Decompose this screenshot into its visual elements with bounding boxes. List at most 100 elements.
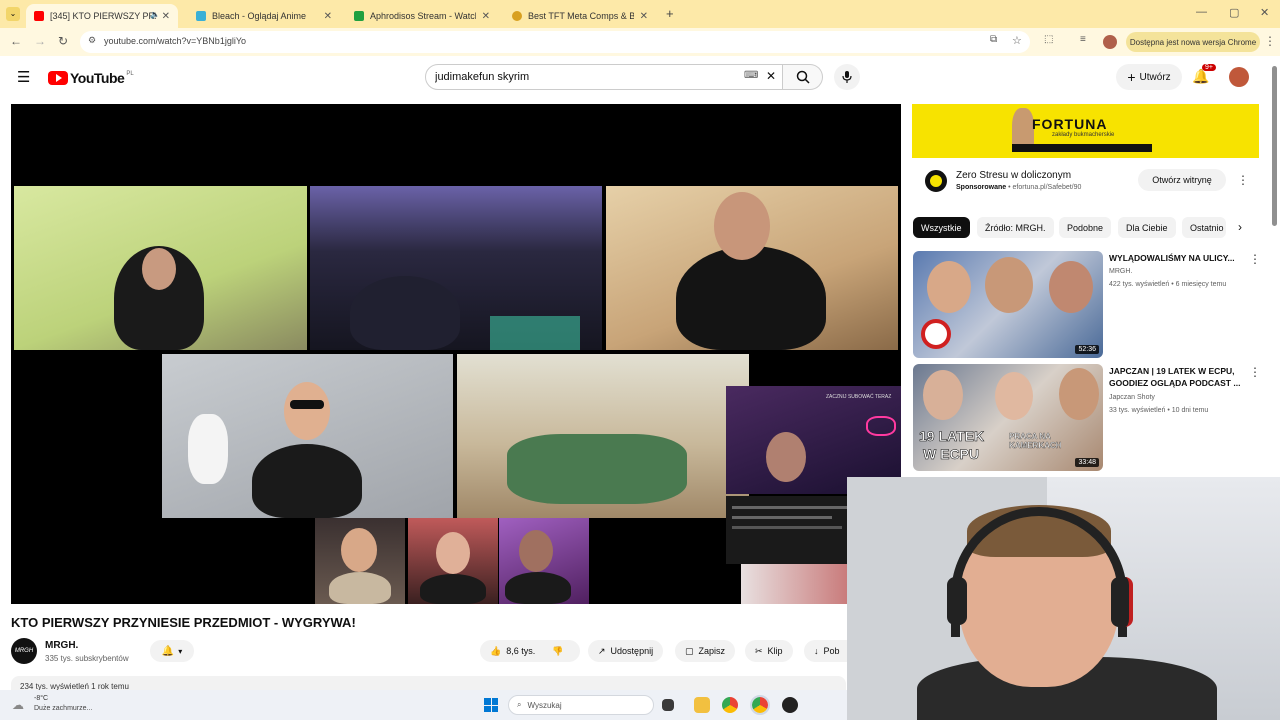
tft-favicon-icon — [512, 11, 522, 21]
back-icon[interactable]: ← — [10, 34, 22, 48]
ad-logo[interactable] — [925, 170, 947, 192]
bookmark-star-icon[interactable]: ☆ — [1012, 34, 1022, 47]
search-field[interactable]: ⌨ ✕ — [425, 64, 783, 90]
keyboard-icon[interactable]: ⌨ — [744, 70, 758, 81]
account-avatar[interactable] — [1229, 67, 1249, 87]
clip-button[interactable]: ✂ Klip — [745, 640, 793, 662]
browser-tab-0[interactable]: [345] KTO PIERWSZY PRZYI 🔈 ✕ — [26, 4, 178, 28]
hamburger-menu-icon[interactable]: ☰ — [17, 68, 30, 86]
menu-kebab-icon[interactable]: ⋮ — [1264, 34, 1276, 48]
dislike-icon[interactable]: 👎 — [552, 646, 563, 657]
close-tab-icon[interactable]: ✕ — [162, 11, 170, 22]
open-site-label: Otwórz witrynę — [1152, 175, 1212, 185]
extensions-icon[interactable]: ⬚ — [1044, 34, 1053, 45]
participant-cam-4 — [162, 354, 453, 518]
headphone-cup — [947, 577, 967, 625]
chip-recent[interactable]: Ostatnio — [1182, 217, 1226, 238]
related-channel-2[interactable]: Japczan Shoty — [1109, 392, 1155, 404]
participant-cam-3 — [606, 186, 898, 350]
participant-figure — [676, 246, 826, 350]
windows-start-icon[interactable] — [484, 698, 498, 712]
channel-avatar-text: MRGH — [14, 648, 34, 654]
search-input[interactable] — [435, 71, 735, 83]
related-thumbnail-1[interactable]: 52:36 — [913, 251, 1103, 358]
reading-list-icon[interactable]: ≡ — [1080, 34, 1086, 45]
logo-text: YouTube — [70, 70, 125, 86]
neon-light — [866, 416, 896, 436]
participant-cam-5 — [457, 354, 749, 518]
chip-source[interactable]: Źródło: MRGH. — [977, 217, 1054, 238]
video-title: KTO PIERWSZY PRZYNIESIE PRZEDMIOT - WYGR… — [11, 615, 356, 630]
ad-menu-icon[interactable]: ⋮ — [1237, 173, 1249, 187]
chat-lines — [732, 516, 832, 519]
chip-similar[interactable]: Podobne — [1059, 217, 1112, 238]
thumb-person — [927, 261, 971, 313]
cloud-icon[interactable]: ☁ — [12, 698, 24, 712]
plush-goose — [188, 414, 228, 484]
taskbar-search-placeholder: Wyszukaj — [527, 700, 562, 710]
related-menu-icon[interactable]: ⋮ — [1249, 252, 1261, 266]
related-title-1[interactable]: WYLĄDOWALIŚMY NA ULICY... — [1109, 252, 1245, 264]
video-player[interactable]: ZACZNIJ SUBOWAĆ TERAZ — [11, 104, 901, 604]
related-title-2[interactable]: JAPCZAN | 19 LATEK W ECPU, GOODIEZ OGLĄD… — [1109, 365, 1245, 389]
participant-cam-2 — [310, 186, 602, 350]
share-button[interactable]: ↗ Udostępnij — [588, 640, 664, 662]
close-tab-icon[interactable]: ✕ — [324, 11, 332, 22]
youtube-logo[interactable]: YouTube PL — [48, 70, 134, 86]
profile-avatar[interactable] — [1103, 35, 1117, 49]
clip-label: Klip — [767, 646, 783, 656]
like-dislike-group: 👍 8,6 tys. 👎 — [480, 640, 580, 662]
cast-icon[interactable]: ⧉ — [990, 34, 997, 45]
channel-avatar[interactable]: MRGH — [11, 638, 37, 664]
like-icon[interactable]: 👍 — [490, 646, 501, 657]
app-icon[interactable] — [782, 697, 798, 713]
weather-desc[interactable]: Duże zachmurze... — [34, 705, 92, 712]
create-button[interactable]: + Utwórz — [1116, 64, 1182, 90]
fortuna-ad-banner[interactable]: FORTUNA zakłady bukmacherskie — [912, 104, 1259, 158]
browser-tab-1[interactable]: Bleach - Oglądaj Anime ✕ — [188, 4, 340, 28]
close-window-icon[interactable]: ✕ — [1260, 6, 1269, 19]
close-tab-icon[interactable]: ✕ — [482, 11, 490, 22]
like-count[interactable]: 8,6 tys. — [506, 646, 535, 656]
browser-tab-2[interactable]: Aphrodisos Stream - Watch Liv ✕ — [346, 4, 498, 28]
reload-icon[interactable]: ↻ — [58, 34, 68, 48]
restore-icon[interactable]: ▢ — [1229, 6, 1239, 19]
notifications-button[interactable]: 🔔 9+ — [1192, 64, 1216, 86]
open-site-button[interactable]: Otwórz witrynę — [1138, 169, 1226, 191]
file-explorer-icon[interactable] — [694, 697, 710, 713]
chip-all[interactable]: Wszystkie — [913, 217, 970, 238]
save-button[interactable]: ▢ Zapisz — [675, 640, 736, 662]
close-tab-icon[interactable]: ✕ — [640, 11, 648, 22]
task-view-icon[interactable] — [662, 699, 674, 711]
ad-sponsor-line: Sponsorowane • efortuna.pl/Safebet/90 — [956, 184, 1082, 191]
update-chrome-button[interactable]: Dostępna jest nowa wersja Chrome — [1126, 32, 1260, 52]
voice-search-button[interactable] — [834, 64, 860, 90]
page-scrollbar[interactable] — [1272, 66, 1277, 226]
chevron-right-icon[interactable]: › — [1238, 220, 1242, 234]
browser-tab-3[interactable]: Best TFT Meta Comps & Builds ✕ — [504, 4, 656, 28]
tab-search-icon[interactable]: ⌄ — [6, 7, 20, 21]
speaker-icon[interactable]: 🔈 — [150, 10, 160, 19]
weather-temp[interactable]: -8°C — [34, 695, 48, 702]
related-menu-icon[interactable]: ⋮ — [1249, 365, 1261, 379]
chrome-active-icon[interactable] — [750, 695, 770, 715]
channel-name[interactable]: MRGH. — [45, 640, 78, 651]
clear-search-icon[interactable]: ✕ — [766, 69, 776, 83]
address-bar[interactable]: ⚙ youtube.com/watch?v=YBNb1jgliYo — [80, 31, 1030, 53]
ad-title[interactable]: Zero Stresu w doliczonym — [956, 170, 1071, 181]
related-thumbnail-2[interactable]: 19 LATEK W ECPU PRACA NA KAMERKACH 33:48 — [913, 364, 1103, 471]
search-button[interactable] — [783, 64, 823, 90]
chip-for-you[interactable]: Dla Ciebie — [1118, 217, 1176, 238]
subscription-bell-button[interactable]: 🔔 ▾ — [150, 640, 194, 662]
new-tab-icon[interactable]: + — [666, 6, 674, 21]
site-info-icon[interactable]: ⚙ — [88, 35, 96, 46]
participant-cam-8 — [408, 518, 498, 604]
thumb-person — [1059, 368, 1099, 420]
minimize-icon[interactable]: — — [1196, 6, 1207, 18]
download-button[interactable]: ↓ Pob — [804, 640, 847, 662]
related-channel-1[interactable]: MRGH. — [1109, 266, 1132, 278]
forward-icon[interactable]: → — [34, 34, 46, 48]
chrome-icon[interactable] — [722, 697, 738, 713]
taskbar-search[interactable]: ⌕ Wyszukaj — [508, 695, 654, 715]
bell-icon: 🔔 — [161, 645, 175, 657]
